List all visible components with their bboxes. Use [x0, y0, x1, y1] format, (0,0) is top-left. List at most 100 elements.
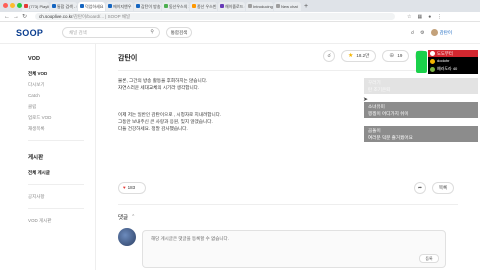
comments-title: 댓글 — [118, 215, 129, 221]
chat-nick: 소녀유미 — [368, 104, 385, 109]
browser-tab[interactable]: 해이즐로드 : — [218, 1, 245, 11]
browser-tab[interactable]: 종산 우스빈 — [190, 1, 217, 11]
user-name: 감탄이 — [439, 29, 452, 35]
overlay-row: dodohr — [428, 57, 478, 65]
tab-label: 종산 우스빈 — [197, 3, 217, 9]
sidebar-item[interactable]: VOD 게시판 — [28, 215, 95, 226]
menu-icon[interactable]: ⋮ — [437, 14, 442, 20]
share-icon[interactable]: ➦ — [414, 182, 426, 194]
close-window-button[interactable] — [3, 3, 8, 8]
comment-disabled-note: 해당 게시글은 댓글을 등록할 수 없습니다. — [151, 236, 229, 241]
sidebar-item[interactable]: 다시보기 — [28, 79, 95, 90]
new-tab-button[interactable]: + — [304, 3, 308, 10]
overlay-row-label: dodohr — [437, 58, 450, 63]
browser-tab[interactable]: 덕업하세요 — [78, 1, 105, 11]
overlay-row: 예라도라 40 — [428, 65, 478, 73]
favorite-button[interactable]: ★ 18.2만 — [341, 50, 377, 62]
extensions-icon[interactable]: ▦ — [417, 14, 422, 20]
browser-tab[interactable]: 통합 검색 - SO — [50, 1, 77, 11]
favorite-count: 18.2만 — [356, 53, 370, 58]
chat-message: 소녀유미 찡찡이 어디가지 쉬이 — [364, 102, 478, 118]
sidebar-divider — [28, 184, 84, 185]
page-title: 감탄이 — [118, 55, 138, 62]
browser-tab[interactable]: 에이지앤우 — [106, 1, 133, 11]
like-button[interactable]: ♥ 183 — [118, 182, 146, 194]
site-header: SOOP 채널 검색 ⚲ 통합검색 ☌ ⚙ 감탄이 — [0, 22, 480, 44]
star-icon: ★ — [348, 53, 354, 59]
channel-search-input[interactable]: 채널 검색 ⚲ — [62, 27, 160, 38]
tab-favicon-icon — [136, 4, 140, 8]
chat-text: 찡찡이 어디가지 쉬이 — [368, 111, 409, 116]
sidebar-vod-title: VOD — [28, 56, 40, 62]
chevron-up-icon[interactable]: ⌃ — [131, 214, 135, 220]
comments-header[interactable]: 댓글 ⌃ — [118, 213, 135, 221]
maximize-window-button[interactable] — [17, 3, 22, 8]
tab-label: 덕업하세요 — [85, 3, 104, 9]
reload-icon[interactable]: ↻ — [22, 13, 27, 20]
post-line: 그동안 보내주신 큰 사랑과 응원, 잊지 않겠습니다. — [118, 119, 213, 124]
post-line: 다들 건강하세요. 정말 감사했습니다. — [118, 126, 188, 131]
comment-input[interactable]: 해당 게시글은 댓글을 등록할 수 없습니다. 등록 — [142, 230, 446, 268]
sidebar-divider — [28, 208, 84, 209]
tab-label: 감탄이 방송 — [141, 3, 161, 9]
avatar — [430, 66, 435, 72]
sidebar-board-title: 게시판 — [28, 155, 44, 161]
like-count: 183 — [127, 185, 136, 190]
minimize-window-button[interactable] — [10, 3, 15, 8]
live-indicator — [416, 51, 427, 73]
profile-icon[interactable]: ● — [428, 14, 431, 20]
comment-submit-button[interactable]: 등록 — [419, 254, 439, 263]
post-line: 이제 저는 일반인 감탄이으로 , 시청자로 지내려합니다. — [118, 112, 222, 117]
notification-icon[interactable]: ☌ — [411, 30, 414, 36]
list-button[interactable]: 목록 — [432, 182, 454, 194]
sidebar-item[interactable]: 클립 — [28, 101, 95, 112]
avatar — [118, 228, 136, 246]
tab-label: 통합 검색 - SO — [57, 3, 77, 9]
sidebar-item[interactable]: 재생목록 — [28, 123, 95, 134]
settings-icon[interactable]: ⚙ — [420, 30, 424, 36]
browser-tab[interactable]: New chat — [274, 1, 301, 11]
search-icon[interactable]: ⚲ — [150, 28, 154, 37]
url-host: ch.sooplive.co.kr — [39, 14, 73, 19]
browser-tab[interactable]: 동산우스의 게 — [162, 1, 189, 11]
sidebar-item[interactable]: Catch — [28, 90, 95, 101]
chat-text: 탄 조기은퇴 — [368, 87, 391, 92]
user-menu[interactable]: 감탄이 — [430, 29, 452, 36]
post-line: 자연스러운 세대교체의 시기라 생각합니다. — [118, 85, 200, 90]
chat-text: 여러분 덕분 즐거웠어요 — [368, 135, 413, 140]
soop-logo[interactable]: SOOP — [16, 28, 43, 38]
forward-icon[interactable]: → — [13, 14, 19, 20]
heart-icon: ♥ — [123, 185, 126, 190]
tab-label: 해이즐로드 : — [225, 3, 245, 9]
chat-message: 곰돌이 여러분 덕분 즐거웠어요 — [364, 126, 478, 142]
bell-icon[interactable]: ☌ — [323, 50, 335, 62]
post-paragraph-1: 물론, 그간의 방송 활동을 후회하지는 않습니다. 자연스러운 세대교체의 시… — [118, 77, 207, 91]
sidebar-item[interactable]: 전체 VOD — [28, 68, 95, 79]
tab-favicon-icon — [192, 4, 196, 8]
browser-tab[interactable]: (773) Playlist — [22, 1, 49, 11]
tab-favicon-icon — [164, 4, 168, 8]
tab-favicon-icon — [24, 4, 28, 8]
tab-favicon-icon — [52, 4, 56, 8]
sidebar-item[interactable]: 업로드 VOD — [28, 112, 95, 123]
tab-favicon-icon — [248, 4, 252, 8]
all-search-button[interactable]: 통합검색 — [166, 27, 192, 38]
bookmark-star-icon[interactable]: ☆ — [407, 14, 411, 20]
back-icon[interactable]: ← — [4, 14, 10, 20]
subscribe-button[interactable]: ⊕ 19 — [382, 50, 410, 62]
browser-tab-bar: (773) Playlist 통합 검색 - SO 덕업하세요 에이지앤우 감탄이 방송… — [0, 0, 480, 12]
chat-message: 꾸러기 탄 조기은퇴 — [364, 78, 478, 94]
avatar — [430, 29, 438, 36]
browser-tab[interactable]: 감탄이 방송 — [134, 1, 161, 11]
tab-favicon-icon — [108, 4, 112, 8]
sidebar-item[interactable]: 공지사항 — [28, 191, 95, 202]
overlay-header: 도도부터 — [428, 50, 478, 57]
sidebar-item[interactable]: 전체 게시글 — [28, 167, 95, 178]
url-field[interactable]: ch.sooplive.co.kr/감탄이/board/... | SOOP 채… — [35, 13, 395, 20]
tab-label: New chat — [281, 3, 298, 9]
chat-nick: 꾸러기 — [368, 80, 381, 85]
sidebar-divider — [28, 140, 84, 141]
tab-label: 에이지앤우 — [113, 3, 132, 9]
browser-tab[interactable]: Introducing Chat — [246, 1, 273, 11]
address-bar: ← → ↻ ch.sooplive.co.kr/감탄이/board/... | … — [0, 12, 480, 22]
